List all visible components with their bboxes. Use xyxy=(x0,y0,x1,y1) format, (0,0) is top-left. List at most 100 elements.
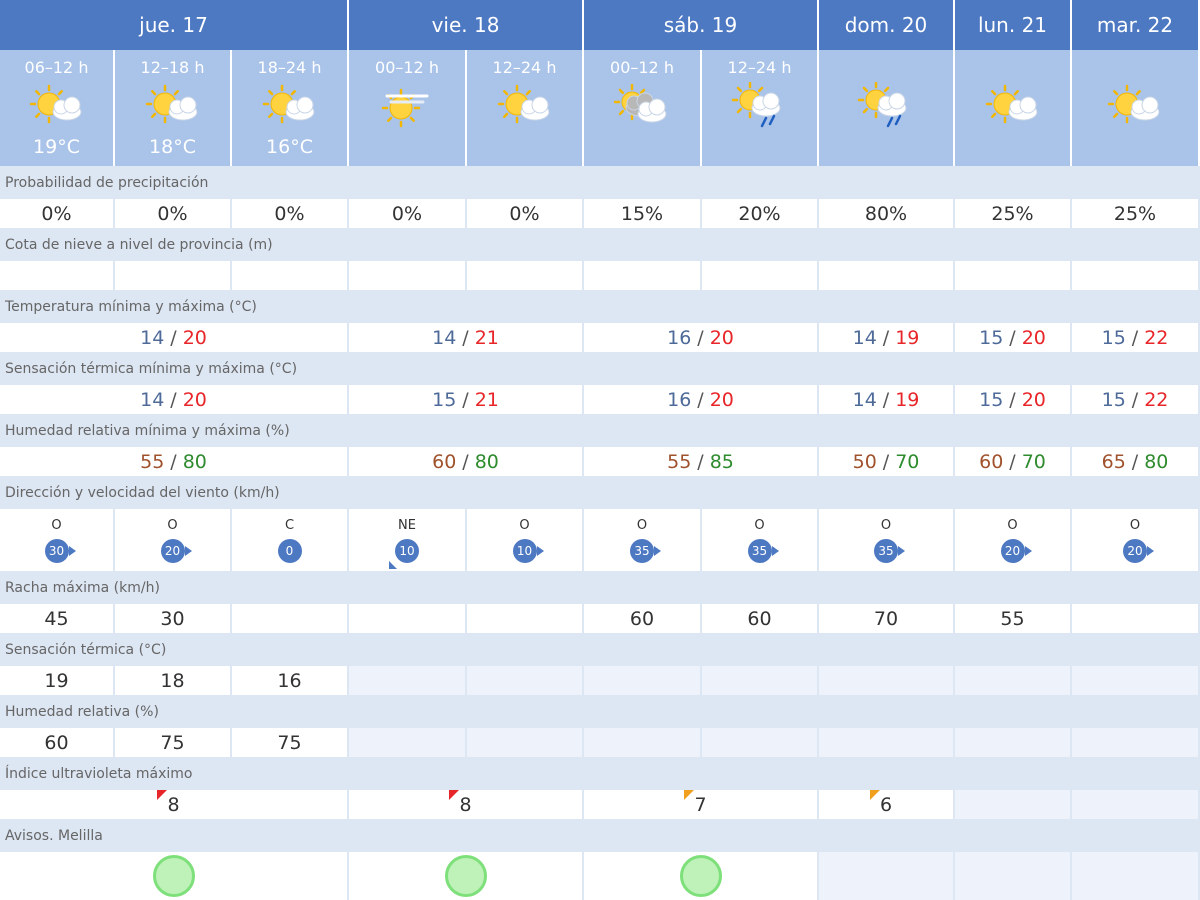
warning-cell[interactable] xyxy=(349,852,584,900)
period-label: 12–24 h xyxy=(492,58,557,77)
section-label: Avisos. Melilla xyxy=(0,819,1200,852)
wind-speed-badge: 10 xyxy=(512,539,544,563)
warning-level-green-icon[interactable] xyxy=(152,855,195,897)
precipitation-value: 0% xyxy=(467,199,584,228)
wind-speed: 35 xyxy=(878,544,894,558)
section-label: Cota de nieve a nivel de provincia (m) xyxy=(0,228,1200,261)
wind-cell: C0 xyxy=(232,509,349,571)
separator: / xyxy=(697,388,704,411)
max-gust-value: 30 xyxy=(115,604,232,633)
max-value: 22 xyxy=(1144,326,1169,349)
wind-direction: O xyxy=(167,518,178,533)
max-value: 80 xyxy=(1144,450,1169,473)
uv-number: 7 xyxy=(694,793,707,816)
temperature-minmax: 15/20 xyxy=(955,323,1072,352)
snow-level-value xyxy=(115,261,232,290)
humidity-value xyxy=(467,728,584,757)
max-value: 20 xyxy=(182,388,207,411)
wind-speed: 35 xyxy=(634,544,650,558)
precipitation-value: 20% xyxy=(702,199,819,228)
sun-rain-icon xyxy=(854,81,918,132)
wind-arrow-icon xyxy=(771,546,779,556)
max-value: 19 xyxy=(895,388,920,411)
temperature-minmax: 14/20 xyxy=(0,323,349,352)
min-value: 15 xyxy=(979,326,1004,349)
feels-like-minmax: 14/20 xyxy=(0,385,349,414)
temperature-minmax: 14/21 xyxy=(349,323,584,352)
feels-like-value xyxy=(584,666,702,695)
wind-speed-badge: 35 xyxy=(874,539,905,563)
max-value: 20 xyxy=(1021,388,1046,411)
warning-cell[interactable] xyxy=(0,852,349,900)
humidity-value xyxy=(702,728,819,757)
period-cell: 12–24 h xyxy=(702,50,819,166)
uv-index-cell: 8 xyxy=(0,789,349,819)
section-label: Humedad relativa mínima y máxima (%) xyxy=(0,414,1200,447)
wind-cell: O 20 xyxy=(955,509,1072,571)
separator: / xyxy=(882,450,890,473)
max-value: 19 xyxy=(895,326,920,349)
uv-number: 8 xyxy=(459,793,472,816)
min-value: 14 xyxy=(432,326,457,349)
humidity-minmax: 60/80 xyxy=(349,447,584,476)
snow-level-value xyxy=(0,261,115,290)
feels-like-minmax: 16/20 xyxy=(584,385,819,414)
humidity-value xyxy=(584,728,702,757)
separator: / xyxy=(1131,450,1139,473)
wind-speed: 20 xyxy=(1004,544,1021,558)
wind-speed: 30 xyxy=(48,544,65,558)
wind-direction: O xyxy=(1129,518,1141,533)
humidity-value xyxy=(819,728,955,757)
min-value: 14 xyxy=(852,388,877,411)
max-value: 85 xyxy=(709,450,734,473)
warning-cell[interactable] xyxy=(584,852,819,900)
period-cell: 06–12 h 19°C xyxy=(0,50,115,166)
warning-cell xyxy=(955,852,1072,900)
min-value: 60 xyxy=(432,450,457,473)
wind-cell: O 20 xyxy=(1072,509,1200,571)
feels-like-value xyxy=(702,666,819,695)
section-label: Humedad relativa (%) xyxy=(0,695,1200,728)
humidity-minmax: 55/85 xyxy=(584,447,819,476)
wind-direction: O xyxy=(754,518,765,533)
humidity-minmax: 50/70 xyxy=(819,447,955,476)
temperature-minmax: 14/19 xyxy=(819,323,955,352)
wind-cell: O 10 xyxy=(467,509,584,571)
min-value: 16 xyxy=(667,388,692,411)
day-header: dom. 20 xyxy=(819,0,955,50)
min-value: 15 xyxy=(432,388,457,411)
uv-index-value: 8 xyxy=(157,789,180,816)
min-value: 14 xyxy=(140,388,165,411)
uv-index-value: 8 xyxy=(449,789,472,816)
period-cell: 12–18 h 18°C xyxy=(115,50,232,166)
separator: / xyxy=(882,326,890,349)
precipitation-value: 0% xyxy=(349,199,467,228)
period-cell: 18–24 h 16°C xyxy=(232,50,349,166)
uv-index-value: 7 xyxy=(684,789,707,816)
separator: / xyxy=(462,326,469,349)
wind-speed: 0 xyxy=(285,544,294,558)
wind-arrow-icon xyxy=(654,546,661,556)
uv-index-cell xyxy=(1072,790,1200,819)
feels-like-value xyxy=(955,666,1072,695)
sun-cloud-icon xyxy=(141,82,205,132)
wind-direction: O xyxy=(51,518,62,533)
day-header: mar. 22 xyxy=(1072,0,1200,50)
section-label: Sensación térmica (°C) xyxy=(0,633,1200,666)
period-cell xyxy=(819,50,955,166)
section-label: Temperatura mínima y máxima (°C) xyxy=(0,290,1200,323)
max-gust-value xyxy=(1072,604,1200,633)
warning-level-green-icon[interactable] xyxy=(444,855,487,897)
min-value: 65 xyxy=(1101,450,1126,473)
uv-flag-icon xyxy=(157,789,168,800)
feels-like-value xyxy=(819,666,955,695)
sun-clouds-gray-icon xyxy=(610,82,674,132)
precipitation-value: 0% xyxy=(232,199,349,228)
section-label: Sensación térmica mínima y máxima (°C) xyxy=(0,352,1200,385)
wind-speed: 35 xyxy=(751,544,768,558)
period-temperature: 18°C xyxy=(149,136,196,158)
warning-level-green-icon[interactable] xyxy=(679,855,722,897)
min-value: 15 xyxy=(979,388,1004,411)
snow-level-value xyxy=(702,261,819,290)
period-cell xyxy=(955,50,1072,166)
